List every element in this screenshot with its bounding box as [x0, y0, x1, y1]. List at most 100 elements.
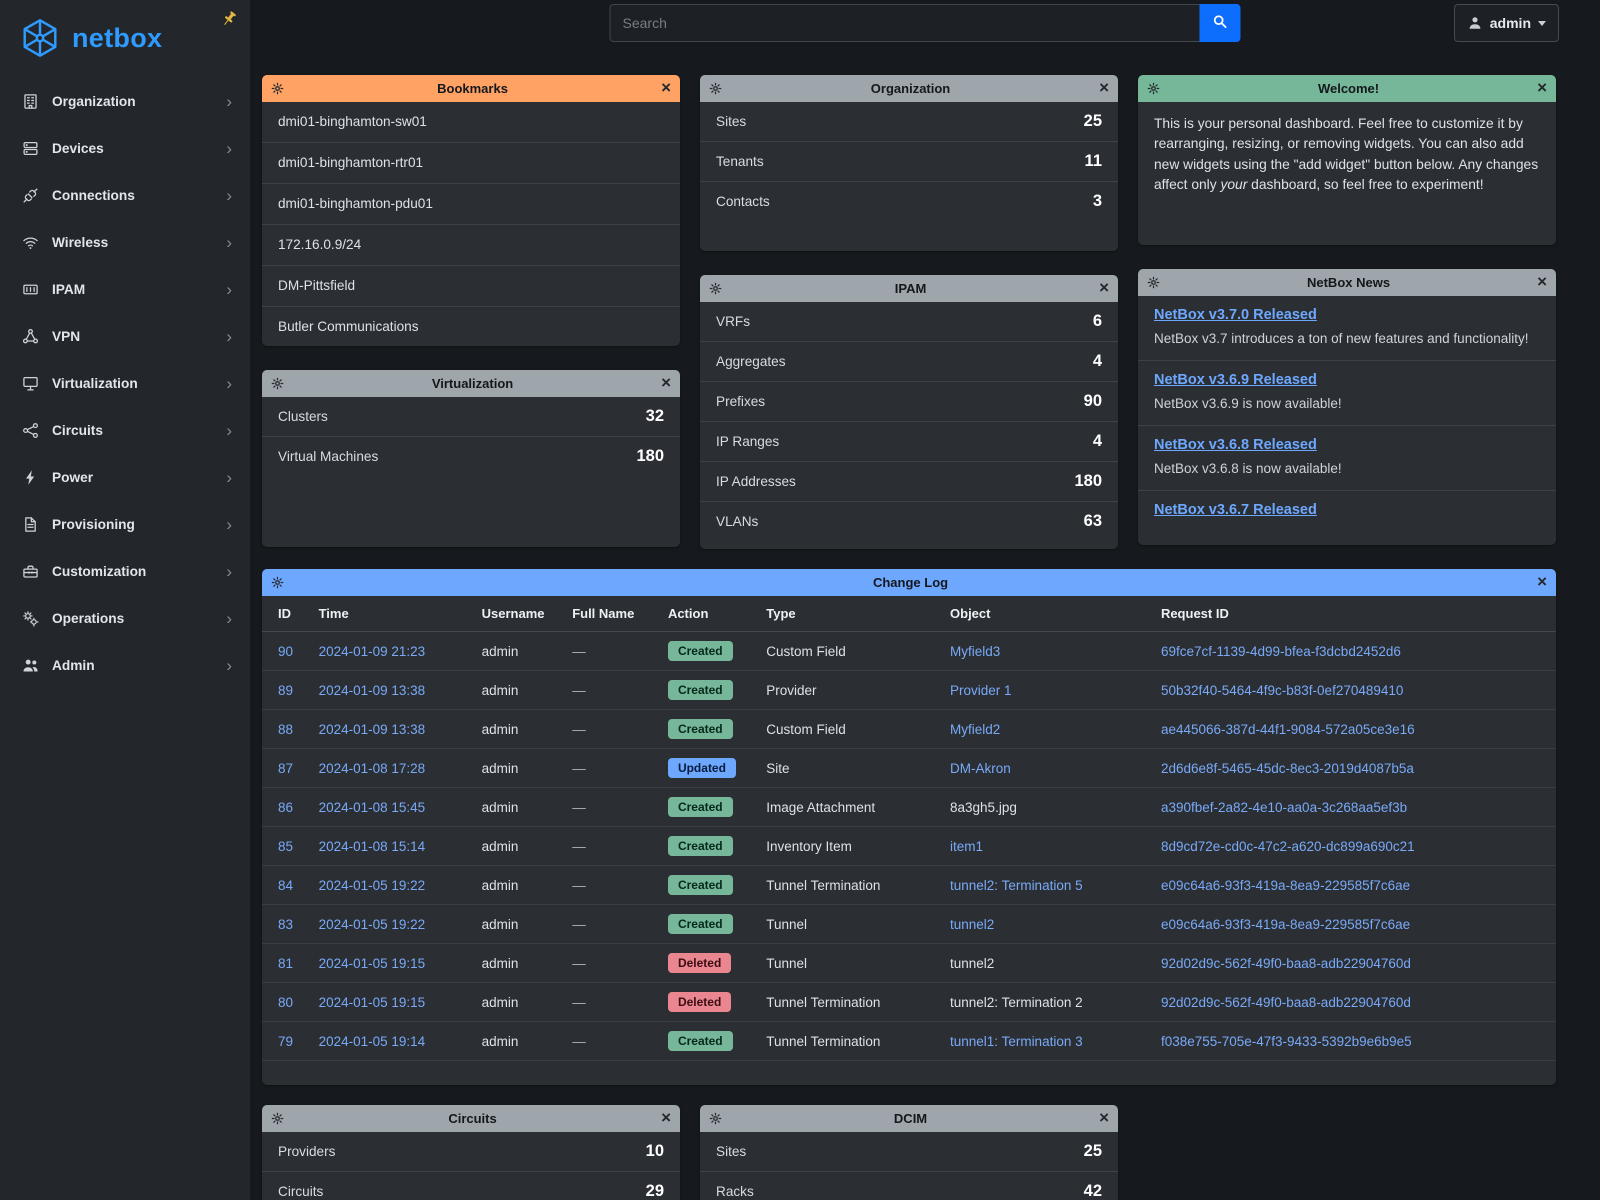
changelog-time-link[interactable]: 2024-01-09 13:38: [319, 683, 426, 698]
sidebar-item[interactable]: Virtualization ›: [0, 360, 250, 407]
bookmark-link[interactable]: 172.16.0.9/24: [278, 237, 361, 252]
changelog-id-link[interactable]: 88: [278, 722, 293, 737]
bookmark-link[interactable]: DM-Pittsfield: [278, 278, 355, 293]
changelog-request-id-link[interactable]: f038e755-705e-47f3-9433-5392b9e6b9e5: [1161, 1034, 1412, 1049]
news-link[interactable]: NetBox v3.6.9 Released: [1154, 372, 1317, 388]
changelog-request-id-link[interactable]: 92d02d9c-562f-49f0-baa8-adb22904760d: [1161, 956, 1411, 971]
news-link[interactable]: NetBox v3.6.8 Released: [1154, 437, 1317, 453]
bookmark-link[interactable]: dmi01-binghamton-sw01: [278, 114, 427, 129]
changelog-request-id-link[interactable]: 50b32f40-5464-4f9c-b83f-0ef270489410: [1161, 683, 1403, 698]
widget-config-icon[interactable]: [1147, 276, 1160, 289]
stat-count[interactable]: 10: [646, 1142, 664, 1161]
changelog-time-link[interactable]: 2024-01-08 15:45: [319, 800, 426, 815]
changelog-request-id-link[interactable]: ae445066-387d-44f1-9084-572a05ce3e16: [1161, 722, 1415, 737]
changelog-object-link[interactable]: 8a3gh5.jpg: [950, 800, 1017, 815]
stat-count[interactable]: 180: [636, 447, 664, 466]
widget-close-icon[interactable]: ×: [661, 1109, 671, 1128]
changelog-request-id-link[interactable]: 2d6d6e8f-5465-45dc-8ec3-2019d4087b5a: [1161, 761, 1414, 776]
stat-count[interactable]: 63: [1084, 512, 1102, 531]
widget-config-icon[interactable]: [709, 282, 722, 295]
changelog-object-link[interactable]: tunnel2: Termination 5: [950, 878, 1083, 893]
stat-count[interactable]: 25: [1084, 112, 1102, 131]
changelog-id-link[interactable]: 80: [278, 995, 293, 1010]
search-button[interactable]: [1200, 4, 1241, 42]
sidebar-item[interactable]: Customization ›: [0, 548, 250, 595]
widget-close-icon[interactable]: ×: [661, 79, 671, 98]
stat-count[interactable]: 4: [1093, 352, 1102, 371]
widget-config-icon[interactable]: [271, 82, 284, 95]
sidebar-item[interactable]: Wireless ›: [0, 219, 250, 266]
changelog-object-link[interactable]: Provider 1: [950, 683, 1012, 698]
sidebar-item[interactable]: Devices ›: [0, 125, 250, 172]
changelog-request-id-link[interactable]: e09c64a6-93f3-419a-8ea9-229585f7c6ae: [1161, 917, 1410, 932]
widget-config-icon[interactable]: [271, 377, 284, 390]
widget-config-icon[interactable]: [271, 576, 284, 589]
widget-close-icon[interactable]: ×: [661, 374, 671, 393]
changelog-object-link[interactable]: Myfield3: [950, 644, 1000, 659]
widget-config-icon[interactable]: [709, 82, 722, 95]
changelog-id-link[interactable]: 84: [278, 878, 293, 893]
changelog-id-link[interactable]: 79: [278, 1034, 293, 1049]
changelog-object-link[interactable]: tunnel2: Termination 2: [950, 995, 1083, 1010]
sidebar-item[interactable]: VPN ›: [0, 313, 250, 360]
changelog-time-link[interactable]: 2024-01-08 15:14: [319, 839, 426, 854]
changelog-time-link[interactable]: 2024-01-09 13:38: [319, 722, 426, 737]
sidebar-item[interactable]: Admin ›: [0, 642, 250, 689]
changelog-object-link[interactable]: DM-Akron: [950, 761, 1011, 776]
changelog-id-link[interactable]: 85: [278, 839, 293, 854]
changelog-id-link[interactable]: 81: [278, 956, 293, 971]
stat-count[interactable]: 29: [646, 1182, 664, 1200]
changelog-time-link[interactable]: 2024-01-05 19:22: [319, 917, 426, 932]
user-menu-button[interactable]: admin: [1454, 4, 1559, 42]
changelog-object-link[interactable]: tunnel2: [950, 956, 994, 971]
changelog-object-link[interactable]: item1: [950, 839, 983, 854]
widget-close-icon[interactable]: ×: [1537, 573, 1547, 592]
changelog-id-link[interactable]: 83: [278, 917, 293, 932]
sidebar-item[interactable]: IPAM ›: [0, 266, 250, 313]
changelog-time-link[interactable]: 2024-01-05 19:15: [319, 995, 426, 1010]
stat-count[interactable]: 4: [1093, 432, 1102, 451]
changelog-request-id-link[interactable]: 69fce7cf-1139-4d99-bfea-f3dcbd2452d6: [1161, 644, 1401, 659]
stat-count[interactable]: 25: [1084, 1142, 1102, 1161]
changelog-id-link[interactable]: 89: [278, 683, 293, 698]
stat-count[interactable]: 6: [1093, 312, 1102, 331]
widget-close-icon[interactable]: ×: [1099, 1109, 1109, 1128]
widget-close-icon[interactable]: ×: [1099, 279, 1109, 298]
changelog-id-link[interactable]: 90: [278, 644, 293, 659]
changelog-id-link[interactable]: 87: [278, 761, 293, 776]
widget-config-icon[interactable]: [709, 1112, 722, 1125]
bookmark-link[interactable]: Butler Communications: [278, 319, 419, 334]
sidebar-item[interactable]: Operations ›: [0, 595, 250, 642]
sidebar-item[interactable]: Organization ›: [0, 78, 250, 125]
widget-close-icon[interactable]: ×: [1099, 79, 1109, 98]
changelog-time-link[interactable]: 2024-01-05 19:15: [319, 956, 426, 971]
stat-count[interactable]: 3: [1093, 192, 1102, 211]
sidebar-item[interactable]: Connections ›: [0, 172, 250, 219]
widget-close-icon[interactable]: ×: [1537, 79, 1547, 98]
news-link[interactable]: NetBox v3.6.7 Released: [1154, 502, 1317, 518]
changelog-time-link[interactable]: 2024-01-08 17:28: [319, 761, 426, 776]
changelog-time-link[interactable]: 2024-01-05 19:22: [319, 878, 426, 893]
news-link[interactable]: NetBox v3.7.0 Released: [1154, 307, 1317, 323]
widget-close-icon[interactable]: ×: [1537, 273, 1547, 292]
search-input[interactable]: [610, 4, 1200, 42]
bookmark-link[interactable]: dmi01-binghamton-pdu01: [278, 196, 433, 211]
changelog-object-link[interactable]: tunnel2: [950, 917, 994, 932]
changelog-id-link[interactable]: 86: [278, 800, 293, 815]
changelog-request-id-link[interactable]: a390fbef-2a82-4e10-aa0a-3c268aa5ef3b: [1161, 800, 1407, 815]
changelog-request-id-link[interactable]: 92d02d9c-562f-49f0-baa8-adb22904760d: [1161, 995, 1411, 1010]
stat-count[interactable]: 42: [1084, 1182, 1102, 1200]
widget-config-icon[interactable]: [271, 1112, 284, 1125]
stat-count[interactable]: 11: [1085, 152, 1102, 171]
sidebar-item[interactable]: Power ›: [0, 454, 250, 501]
sidebar-item[interactable]: Provisioning ›: [0, 501, 250, 548]
bookmark-link[interactable]: dmi01-binghamton-rtr01: [278, 155, 423, 170]
changelog-time-link[interactable]: 2024-01-09 21:23: [319, 644, 426, 659]
stat-count[interactable]: 32: [646, 407, 664, 426]
pin-icon[interactable]: [220, 10, 238, 28]
sidebar-item[interactable]: Circuits ›: [0, 407, 250, 454]
stat-count[interactable]: 90: [1084, 392, 1102, 411]
changelog-request-id-link[interactable]: e09c64a6-93f3-419a-8ea9-229585f7c6ae: [1161, 878, 1410, 893]
changelog-time-link[interactable]: 2024-01-05 19:14: [319, 1034, 426, 1049]
changelog-request-id-link[interactable]: 8d9cd72e-cd0c-47c2-a620-dc899a690c21: [1161, 839, 1415, 854]
